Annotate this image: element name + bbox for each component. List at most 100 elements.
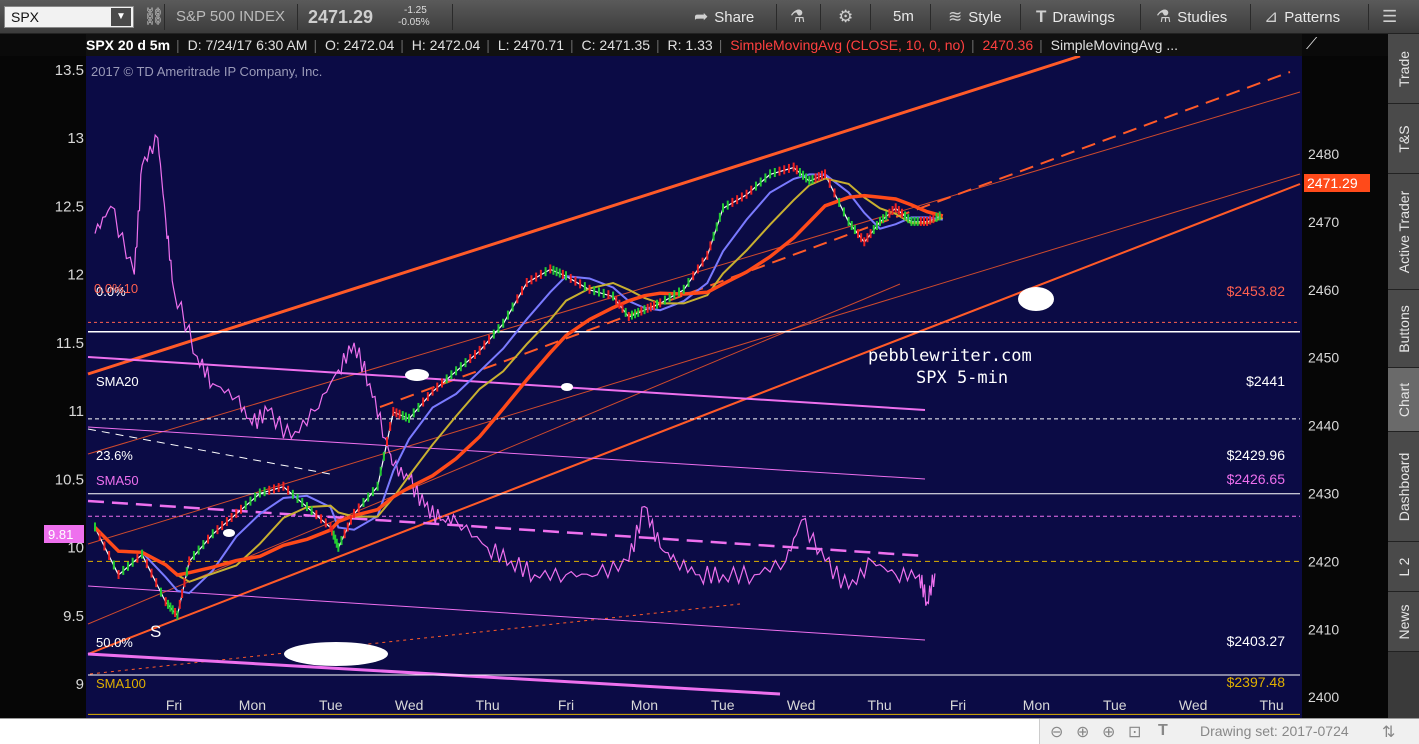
zoom-out-icon[interactable]: ⊖ (1050, 722, 1063, 742)
x-axis-tick: Mon (239, 697, 266, 713)
chain-icon[interactable]: ⛓ (143, 0, 171, 34)
last-price-tag-text: 2471.29 (1307, 175, 1358, 191)
list-menu-icon[interactable]: ☰ (1382, 0, 1403, 34)
price-candle (337, 542, 340, 552)
price-candle (646, 303, 649, 313)
patterns-menu[interactable]: ⊿ Patterns (1264, 0, 1340, 34)
price-candle (141, 549, 144, 559)
x-axis-tick: Thu (868, 697, 892, 713)
chevron-down-icon[interactable]: ▼ (111, 8, 131, 26)
right-axis-tick: 2430 (1308, 486, 1339, 502)
price-candle (722, 203, 724, 213)
style-menu[interactable]: ≋ Style (948, 0, 1002, 34)
tab-chart[interactable]: Chart (1388, 368, 1419, 432)
price-candle (346, 522, 349, 532)
price-candle (108, 550, 111, 560)
symbol-selector[interactable]: SPX ▼ (4, 6, 134, 28)
price-candle (682, 284, 685, 294)
price-candle (164, 597, 167, 607)
tab-trade[interactable]: Trade (1388, 34, 1419, 104)
sma-10-label: SimpleMovingAvg (CLOSE, 10, 0, no) (730, 37, 965, 53)
level-2453-label: $2453.82 (1227, 283, 1286, 299)
bottom-bar: ⊖ ⊕ ⊕ ⊡ T Drawing set: 2017-0724 ⇅ (0, 718, 1419, 744)
price-candle (376, 481, 379, 491)
tab-level-2[interactable]: L 2 (1388, 542, 1419, 592)
studies-menu[interactable]: ⚗ Studies (1156, 0, 1227, 34)
time-scrollbar[interactable] (0, 719, 1040, 744)
share-button[interactable]: ➦ Share (694, 0, 754, 34)
watermark-caption: SPX 5-min (916, 368, 1008, 388)
price-candle (842, 207, 845, 217)
price-candle (492, 329, 495, 339)
price-candle (382, 451, 385, 461)
price-candle (593, 286, 596, 296)
price-candle (715, 222, 718, 232)
drawings-menu[interactable]: T Drawings (1036, 0, 1115, 34)
x-axis-tick: Mon (1023, 697, 1050, 713)
highlight-ellipse (284, 642, 388, 666)
price-candle (150, 568, 153, 578)
vix-last-tag-text: 9.81 (48, 527, 73, 542)
price-candle (935, 212, 938, 222)
price-candle (891, 206, 894, 216)
copyright-text: 2017 © TD Ameritrade IP Company, Inc. (91, 64, 322, 79)
price-candle (787, 163, 790, 173)
fib-50-label: 50.0% (96, 635, 133, 650)
price-candle (607, 290, 610, 300)
price-candle (395, 408, 398, 418)
price-candle (126, 561, 129, 571)
price-candle (389, 421, 392, 431)
tab-news[interactable]: News (1388, 592, 1419, 652)
price-candle (169, 602, 172, 612)
price-candle (860, 233, 863, 243)
price-candle (805, 173, 808, 183)
price-candle (392, 407, 395, 417)
level-2403-label: $2403.27 (1227, 633, 1286, 649)
price-candle (305, 502, 308, 512)
price-candle (759, 177, 762, 187)
left-axis-tick: 13 (67, 130, 84, 147)
price-candle (900, 208, 903, 218)
right-axis-tick: 2470 (1308, 214, 1339, 230)
price-chart[interactable]: 2400 2410 2420 2430 2440 2450 2460 2470 2480 9 9.5… (0, 34, 1388, 718)
zoom-in-icon[interactable]: ⊕ (1102, 722, 1115, 742)
right-axis-tick: 2480 (1308, 146, 1339, 162)
tab-dashboard[interactable]: Dashboard (1388, 432, 1419, 542)
tab-buttons[interactable]: Buttons (1388, 290, 1419, 368)
price-candle (879, 216, 881, 226)
price-candle (202, 540, 205, 550)
price-candle (221, 521, 224, 531)
text-tool-icon[interactable]: T (1158, 722, 1168, 740)
price-candle (687, 278, 690, 288)
price-candle (310, 506, 313, 516)
x-axis-tick: Fri (558, 697, 574, 713)
sma100-label: SMA100 (96, 676, 146, 691)
flask-icon: ⚗ (1156, 7, 1172, 26)
right-axis-tick: 2400 (1308, 689, 1339, 705)
right-axis-tick: 2410 (1308, 621, 1339, 637)
price-candle (386, 436, 389, 446)
bar-low: L: 2470.71 (497, 37, 564, 53)
sma50-label: SMA50 (96, 473, 139, 488)
timeframe-selector[interactable]: 5m (893, 0, 914, 34)
price-candle (574, 276, 577, 286)
x-axis-tick: Tue (711, 697, 735, 713)
price-candle (185, 567, 188, 577)
price-candle (692, 271, 695, 281)
tab-active-trader[interactable]: Active Trader (1388, 174, 1419, 290)
gear-icon[interactable]: ⚙ (838, 0, 859, 34)
flask-icon[interactable]: ⚗ (790, 0, 811, 34)
price-candle (155, 578, 158, 588)
drawing-set-chevron-icon[interactable]: ⇅ (1382, 722, 1395, 742)
zoom-fit-icon[interactable]: ⊡ (1128, 722, 1141, 742)
price-candle (483, 340, 486, 350)
price-candle (122, 565, 125, 575)
tab-time-and-sales[interactable]: T&S (1388, 104, 1419, 174)
price-candle (530, 275, 533, 285)
crosshair-icon[interactable]: ⊕ (1076, 722, 1089, 742)
price-candle (904, 211, 907, 221)
price-candle (183, 578, 186, 588)
price-candle (525, 278, 528, 288)
chart-settings-icon[interactable]: ⟋ (1306, 36, 1334, 56)
price-candle (349, 515, 352, 525)
